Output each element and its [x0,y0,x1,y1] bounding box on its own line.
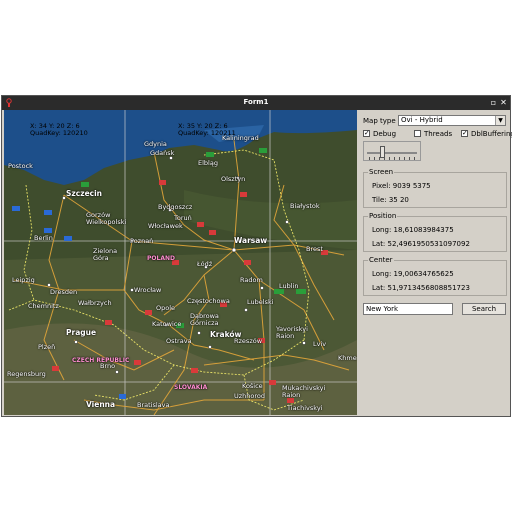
position-lat: Lat: 52,4961950531097092 [372,240,470,248]
threads-label: Threads [424,130,453,138]
city-label: Łódź [197,260,213,268]
chevron-down-icon[interactable]: ▼ [495,116,505,125]
city-label: Kaliningrad [222,134,259,142]
map-type-select[interactable]: Ovi - Hybrid ▼ [398,115,506,126]
center-group-title: Center [368,256,394,264]
slider-tick [414,157,415,160]
control-panel: Map type Ovi - Hybrid ▼ ✓ Debug Threads … [360,110,512,415]
city-label: Gdańsk [150,149,175,157]
close-icon[interactable]: ✕ [499,98,508,107]
city-label: Gorzów Wielkopolski [86,211,127,226]
city-label: Wrocław [134,286,162,294]
city-label: Rzeszów [234,337,263,345]
center-lat: Lat: 51,9713456808851723 [372,284,470,292]
screen-group-title: Screen [368,168,395,176]
city-label: Lviv [313,340,327,348]
restore-icon[interactable]: ▫ [489,98,498,107]
search-input[interactable] [363,303,453,315]
city-label: Berlin [34,234,53,242]
country-label: POLAND [147,255,175,262]
city-label: Radom [240,276,263,284]
screen-pixel: Pixel: 9039 5375 [372,182,431,190]
dblbuffering-label: DblBuffering [471,130,512,138]
city-label: Plzeň [38,343,56,351]
city-label: Częstochowa [187,297,230,305]
city-label: Dąbrowa Górnicza [190,312,219,327]
city-label: Katowice [152,320,182,328]
city-label: Białystok [290,202,320,210]
city-label: Gdynia [144,140,167,148]
city-label: Olsztyn [221,175,246,183]
country-label: CZECH REPUBLIC [72,357,130,364]
zoom-slider[interactable] [363,141,421,161]
city-label: Uzhhorod [234,392,266,400]
city-label: Chemnitz [28,302,59,310]
city-label: Wałbrzych [78,299,112,307]
map-type-label: Map type [363,117,396,125]
title-bar[interactable]: Form1 ▫ ✕ [2,96,510,110]
slider-tick [399,157,400,160]
map-type-value: Ovi - Hybrid [401,116,443,124]
city-label: Regensburg [7,370,46,378]
city-label: Poznań [130,237,154,245]
search-button[interactable]: Search [462,303,506,315]
tile-debug-quadkey: QuadKey: 120210 [30,129,88,137]
slider-tick [374,157,375,160]
city-label: Postock [8,162,33,170]
city-label: Tiachivskyi [287,404,323,412]
city-label: Bydgoszcz [158,203,193,211]
position-long: Long: 18,61083984375 [372,226,454,234]
city-label: Yavoriskyi Raion [276,325,308,340]
dblbuffering-checkbox[interactable]: ✓ [461,130,468,137]
city-label: Lubelski [247,298,274,306]
position-group-title: Position [368,212,398,220]
city-label: Brest [306,245,323,253]
city-label: Toruń [174,214,192,222]
position-group: Position Long: 18,61083984375 Lat: 52,49… [363,212,507,252]
city-label: Prague [66,328,97,337]
main-window: Form1 ▫ ✕ X: 34 Y: 20 Z: 6 QuadKey: 1202… [1,95,512,417]
debug-label: Debug [373,130,397,138]
map-canvas [4,110,357,415]
city-label: Elbląg [198,159,218,167]
country-label: SLOVAKIA [174,384,208,391]
slider-tick [389,157,390,160]
city-label: Warsaw [234,236,268,245]
city-label: Leipzig [12,276,35,284]
slider-track [367,152,417,154]
slider-tick [394,157,395,160]
screen-tile: Tile: 35 20 [372,196,409,204]
map-view[interactable]: X: 34 Y: 20 Z: 6 QuadKey: 120210 X: 35 Y… [4,110,357,415]
city-label: Włocławek [148,222,183,230]
debug-checkbox[interactable]: ✓ [363,130,370,137]
city-label: Ostrava [166,337,192,345]
center-group: Center Long: 19,00634765625 Lat: 51,9713… [363,256,507,296]
screen-group: Screen Pixel: 9039 5375 Tile: 35 20 [363,168,507,208]
city-label: Košice [242,382,263,390]
slider-tick [369,157,370,160]
city-label: Vienna [86,400,116,409]
city-label: Zielona Góra [93,247,118,262]
tile-debug-label: X: 34 Y: 20 Z: 6 QuadKey: 120210 [30,123,88,137]
window-title: Form1 [243,98,269,106]
city-label: Bratislava [137,401,170,409]
city-label: Khme [338,354,357,362]
threads-checkbox[interactable] [414,130,421,137]
city-label: Mukachivskyi Raion [282,384,326,399]
city-label: Dresden [50,288,78,296]
city-label: Opole [156,304,176,312]
slider-tick [409,157,410,160]
slider-thumb[interactable] [379,146,385,158]
city-label: Szczecin [66,189,103,198]
center-long: Long: 19,00634765625 [372,270,454,278]
slider-tick [404,157,405,160]
city-label: Lublin [279,282,299,290]
